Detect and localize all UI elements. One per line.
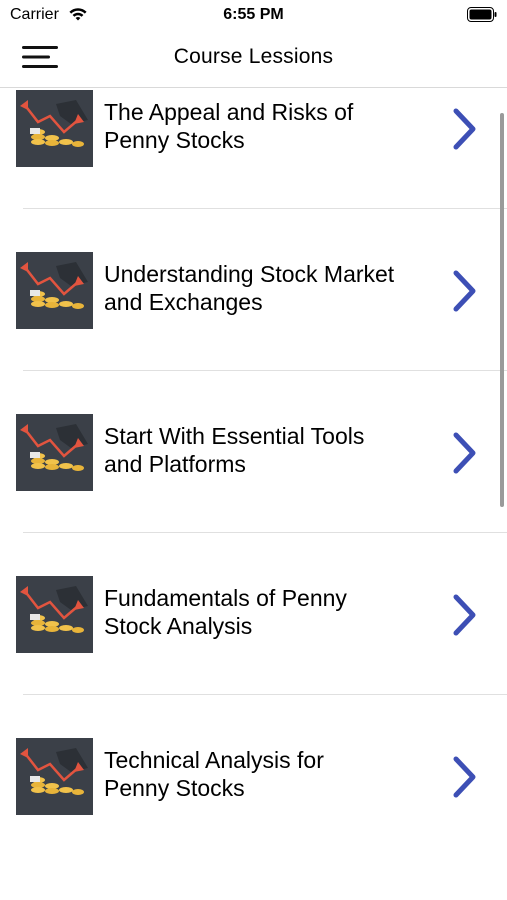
chevron-right-icon[interactable] [448, 268, 480, 314]
status-bar: Carrier 6:55 PM [0, 0, 507, 30]
lesson-row[interactable]: The Appeal and Risks of Penny Stocks [0, 88, 507, 233]
lesson-title: The Appeal and Risks of Penny Stocks [104, 98, 434, 154]
lesson-title-line1: Start With Essential Tools [104, 423, 365, 449]
chevron-right-icon[interactable] [448, 106, 480, 152]
lesson-thumbnail [16, 738, 93, 815]
nav-bar: Course Lessions [0, 30, 507, 88]
lesson-title-line1: Understanding Stock Market [104, 261, 395, 287]
row-divider [23, 370, 507, 371]
lesson-thumbnail [16, 90, 93, 167]
lesson-title-line2: and Platforms [104, 451, 246, 477]
lesson-title: Technical Analysis for Penny Stocks [104, 746, 434, 802]
lesson-title: Understanding Stock Market and Exchanges [104, 260, 434, 316]
lesson-thumbnail [16, 414, 93, 491]
lesson-title: Fundamentals of Penny Stock Analysis [104, 584, 434, 640]
scroll-indicator[interactable] [500, 113, 504, 507]
battery-icon [467, 7, 497, 22]
chevron-right-icon[interactable] [448, 592, 480, 638]
lesson-row[interactable]: Fundamentals of Penny Stock Analysis [0, 557, 507, 719]
lesson-title-line2: Stock Analysis [104, 613, 253, 639]
row-divider [23, 208, 507, 209]
lesson-title-line1: The Appeal and Risks of [104, 99, 354, 125]
lesson-row[interactable]: Start With Essential Tools and Platforms [0, 395, 507, 557]
chevron-right-icon[interactable] [448, 430, 480, 476]
lesson-title-line2: and Exchanges [104, 289, 263, 315]
lesson-row[interactable]: Technical Analysis for Penny Stocks [0, 719, 507, 881]
page-title: Course Lessions [173, 45, 334, 68]
clock: 6:55 PM [223, 6, 284, 23]
lesson-row[interactable]: Understanding Stock Market and Exchanges [0, 233, 507, 395]
lesson-title-line2: Penny Stocks [104, 127, 245, 153]
lesson-list[interactable]: The Appeal and Risks of Penny Stocks Und… [0, 88, 507, 900]
lesson-title-line1: Technical Analysis for [104, 747, 324, 773]
lesson-title-line1: Fundamentals of Penny [104, 585, 347, 611]
lesson-thumbnail [16, 576, 93, 653]
chevron-right-icon[interactable] [448, 754, 480, 800]
lesson-thumbnail [16, 252, 93, 329]
row-divider [23, 694, 507, 695]
row-divider [23, 532, 507, 533]
lesson-title: Start With Essential Tools and Platforms [104, 422, 434, 478]
lesson-title-line2: Penny Stocks [104, 775, 245, 801]
